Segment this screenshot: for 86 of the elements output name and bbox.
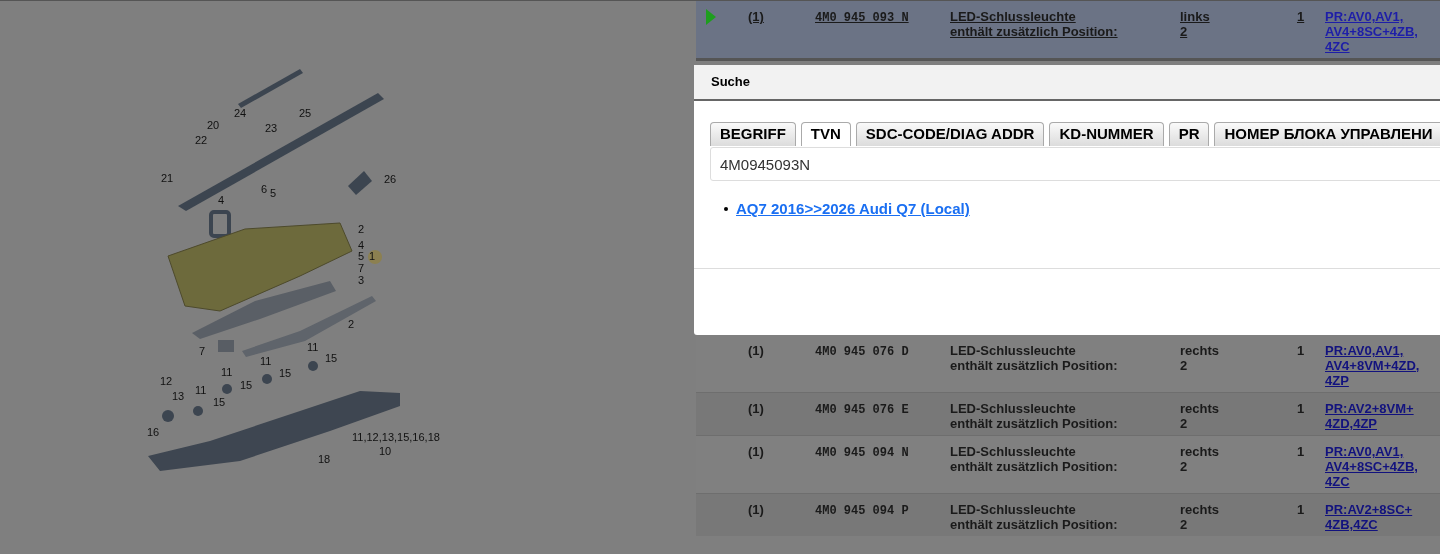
dialog-title: Suche	[711, 73, 750, 92]
table-cell: 4M0 945 094 P	[815, 504, 909, 518]
table-cell: 1	[1297, 343, 1305, 358]
pr-code-link[interactable]: PR:AV0,AV1, AV4+8SC+4ZB, 4ZC	[1325, 9, 1418, 54]
pr-code-link[interactable]: PR:AV0,AV1, AV4+8VM+4ZD, 4ZP	[1325, 343, 1420, 388]
pr-code-link[interactable]: PR:AV0,AV1, AV4+8SC+4ZB, 4ZC	[1325, 444, 1418, 489]
result-link[interactable]: AQ7 2016>>2026 Audi Q7 (Local)	[736, 198, 970, 221]
table-row[interactable]: (1) 4M0 945 093 N LED-Schlussleuchte enthält zusätzlich Position: links 2 1 PR:AV0,AV1, AV4+8SC+4ZB, 4ZC	[696, 1, 1440, 61]
table-cell: rechts	[1180, 343, 1220, 358]
search-tab[interactable]: НОМЕР БЛОКА УПРАВЛЕНИ	[1214, 122, 1440, 146]
table-cell: 1	[1297, 401, 1305, 416]
pr-code-link[interactable]: PR:AV2+8SC+ 4ZB,4ZC	[1325, 502, 1413, 532]
callout-number: 13	[172, 390, 185, 402]
table-cell: 2	[1180, 24, 1188, 39]
callout-number: 11,12,13,15,16,18	[352, 431, 440, 443]
table-cell: 4M0 945 093 N	[815, 11, 909, 25]
callout-number: 11	[195, 384, 207, 396]
selected-row-icon	[706, 9, 716, 25]
callout-number: 4	[358, 239, 365, 251]
search-tab[interactable]: PR	[1168, 122, 1210, 146]
table-cell: 1	[1297, 444, 1305, 459]
callout-number: 4	[218, 194, 225, 206]
bullet-icon	[724, 207, 728, 212]
table-cell: 1	[1297, 9, 1305, 24]
callout-number: 20	[207, 119, 220, 131]
table-cell: rechts	[1180, 401, 1220, 416]
search-tab[interactable]: BEGRIFF	[710, 122, 796, 146]
table-cell: (1)	[748, 9, 764, 24]
search-tab[interactable]: KD-NUMMER	[1049, 122, 1164, 146]
callout-number: 23	[265, 122, 278, 134]
callout-number: 1	[369, 250, 376, 262]
table-cell: LED-Schlussleuchte	[950, 9, 1076, 24]
table-cell: 4M0 945 076 D	[815, 345, 909, 359]
callout-number: 7	[199, 345, 206, 357]
table-cell: 2	[1180, 358, 1188, 373]
callout-number: 15	[279, 367, 292, 379]
callout-number: 15	[213, 396, 226, 408]
callout-number: 16	[147, 426, 160, 438]
table-cell: (1)	[748, 343, 764, 358]
table-cell: 4M0 945 094 N	[815, 446, 909, 460]
callout-number: 11	[221, 366, 233, 378]
table-cell: links	[1180, 9, 1210, 24]
table-cell: LED-Schlussleuchte	[950, 401, 1076, 416]
pr-code-link[interactable]: PR:AV2+8VM+ 4ZD,4ZP	[1325, 401, 1414, 431]
callout-number: 26	[384, 173, 397, 185]
table-cell: (1)	[748, 502, 764, 517]
callout-number: 15	[240, 379, 253, 391]
callout-number: 25	[299, 107, 312, 119]
table-cell: 4M0 945 076 E	[815, 403, 909, 417]
table-cell: enthält zusätzlich Position:	[950, 517, 1118, 532]
callout-number: 5	[358, 250, 365, 262]
table-cell: (1)	[748, 444, 764, 459]
table-cell: 2	[1180, 517, 1188, 532]
table-cell: LED-Schlussleuchte	[950, 343, 1076, 358]
table-row[interactable]: (1) 4M0 945 076 E LED-Schlussleuchte enthält zusätzlich Position: rechts 2 1 PR:AV2+8VM+ 4ZD,4ZP	[696, 392, 1440, 435]
callout-number: 2	[348, 318, 355, 330]
callout-number: 12	[160, 375, 173, 387]
search-field[interactable]: 4M0945093N	[710, 147, 1440, 181]
table-cell: 2	[1180, 459, 1188, 474]
callout-number: 22	[195, 134, 208, 146]
callout-number: 7	[358, 262, 365, 274]
callout-number: 18	[318, 453, 331, 465]
callout-number: 6	[261, 183, 268, 195]
search-tab[interactable]: TVN	[800, 122, 851, 146]
table-cell: 2	[1180, 416, 1188, 431]
callout-number: 3	[358, 274, 365, 286]
callout-number: 15	[325, 352, 338, 364]
table-cell: enthält zusätzlich Position:	[950, 24, 1118, 39]
table-cell: rechts	[1180, 444, 1220, 459]
callout-number: 24	[234, 107, 247, 119]
callout-number: 11	[307, 341, 319, 353]
table-cell: enthält zusätzlich Position:	[950, 459, 1118, 474]
table-cell: enthält zusätzlich Position:	[950, 416, 1118, 431]
callout-number: 10	[379, 445, 392, 457]
table-cell: 1	[1297, 502, 1305, 517]
callout-number: 2	[358, 223, 365, 235]
callout-number: 21	[161, 172, 174, 184]
search-tab[interactable]: SDC-CODE/DIAG ADDR	[855, 122, 1045, 146]
callout-number: 11	[260, 355, 272, 367]
callout-number: 5	[270, 187, 277, 199]
table-cell: rechts	[1180, 502, 1220, 517]
table-cell: (1)	[748, 401, 764, 416]
table-cell: LED-Schlussleuchte	[950, 444, 1076, 459]
table-cell: enthält zusätzlich Position:	[950, 358, 1118, 373]
table-cell: LED-Schlussleuchte	[950, 502, 1076, 517]
table-row[interactable]: (1) 4M0 945 094 P LED-Schlussleuchte enthält zusätzlich Position: rechts 2 1 PR:AV2+8SC+ 4ZB,4ZC	[696, 493, 1440, 536]
